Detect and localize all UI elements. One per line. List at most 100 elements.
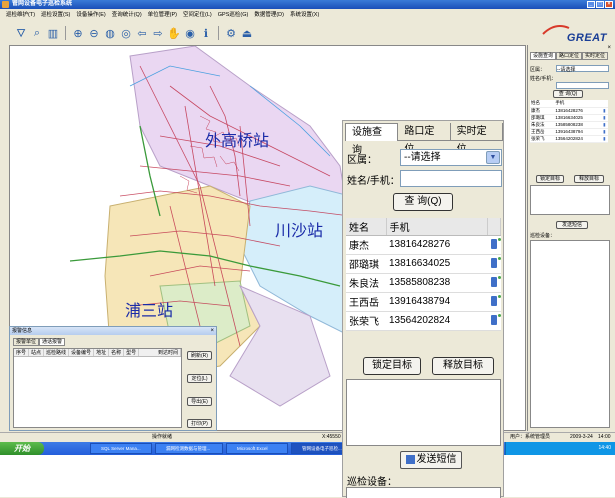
table-row[interactable]: 朱良法 13585808238 ▮ [530, 121, 608, 129]
phone-icon[interactable] [487, 292, 501, 312]
device-listbox[interactable] [530, 240, 610, 428]
cell-phone: 13816428276 [386, 235, 488, 255]
phone-icon[interactable]: ▮ [602, 135, 608, 143]
tab-alarm-unit[interactable]: 报警单位 [13, 338, 40, 346]
info-icon[interactable]: ℹ [199, 26, 213, 40]
settings-icon[interactable]: ⚙ [224, 26, 238, 40]
table-row[interactable]: 张荣飞 13564202824 ▮ [530, 135, 608, 143]
menu-item-settings[interactable]: 巡检设置(S) [41, 10, 70, 20]
menu-item-location[interactable]: 空间定位(L) [183, 10, 212, 20]
taskbar-item-excel[interactable]: Microsoft Excel [226, 443, 288, 454]
alarm-grid[interactable]: 序号 站点 巡检路线 设备编号 地址 名称 型号 到达时间 [13, 348, 182, 428]
menu-item-device[interactable]: 设备操作(E) [76, 10, 105, 20]
phone-icon[interactable]: ▮ [602, 107, 608, 115]
zoom-district-select[interactable]: --请选择 ▼ [400, 149, 502, 166]
full-extent-icon[interactable]: ◎ [119, 26, 133, 40]
cell-name: 邵璐琪 [346, 254, 386, 274]
start-button[interactable]: 开始 [0, 442, 44, 455]
refresh-button[interactable]: 刷新(R) [187, 351, 212, 360]
cell-name: 王西岳 [346, 292, 386, 312]
close-button[interactable]: × [605, 1, 613, 8]
menu-item-inspect[interactable]: 巡检维护(T) [6, 10, 35, 20]
zoom-out-icon[interactable]: ⊖ [87, 26, 101, 40]
zoom-device-listbox[interactable] [346, 487, 501, 498]
zoom-send-sms-button[interactable]: 发送短信 [400, 451, 462, 469]
menu-item-gps[interactable]: GPS巡检(G) [218, 10, 249, 20]
tab-intersection-locate[interactable]: 路口定位 [556, 52, 583, 60]
zoom-tab-intersection-locate[interactable]: 路口定位 [398, 123, 451, 155]
identify-icon[interactable]: ◉ [183, 26, 197, 40]
zoom-col-phone: 手机 [386, 218, 488, 236]
cell-name: 朱良法 [346, 273, 386, 293]
menu-item-data[interactable]: 数据管理(D) [254, 10, 284, 20]
cell-phone: 13916438794 [386, 292, 488, 312]
name-phone-input[interactable] [556, 82, 609, 89]
zoom-tab-realtime-locate[interactable]: 实时定位 [451, 123, 503, 155]
table-row[interactable]: 康杰 13816428276 [346, 235, 501, 255]
maximize-button[interactable]: □ [596, 1, 604, 8]
district-label: 区属： [530, 67, 546, 73]
table-row[interactable]: 邵璐琪 13816634025 [346, 254, 501, 274]
taskbar-item-sql[interactable]: SQL Server Mana... [90, 443, 152, 454]
menu-item-unit[interactable]: 单位管理(P) [148, 10, 177, 20]
phone-icon[interactable]: ▮ [602, 114, 608, 122]
locate-button[interactable]: 定位(L) [187, 374, 212, 383]
globe-icon[interactable]: ◍ [103, 26, 117, 40]
close-panel-icon[interactable]: × [607, 45, 611, 51]
back-icon[interactable]: ⇦ [135, 26, 149, 40]
tab-facility-query[interactable]: 设施查询 [530, 52, 557, 60]
map-label-chuansha: 川沙站 [275, 222, 323, 240]
phone-icon[interactable] [487, 235, 501, 255]
taskbar-item-leak[interactable]: 漏网检测数据与管理... [155, 443, 223, 454]
phone-icon[interactable] [487, 273, 501, 293]
phone-icon[interactable]: ▮ [602, 121, 608, 129]
exit-icon[interactable]: ⏏ [240, 26, 254, 40]
minimize-button[interactable]: _ [587, 1, 595, 8]
table-row[interactable]: 朱良法 13585808238 [346, 273, 501, 293]
zoom-col-name: 姓名 [346, 218, 387, 236]
alarm-close-icon[interactable]: × [210, 327, 214, 335]
tab-realtime-locate[interactable]: 实时定位 [582, 52, 609, 60]
map-label-pusan: 浦三站 [125, 302, 173, 320]
release-target-button[interactable]: 释放目标 [574, 175, 604, 183]
pan-icon[interactable]: ✋ [167, 26, 181, 40]
table-row[interactable]: 张荣飞 13564202824 [346, 311, 501, 331]
district-select[interactable]: --请选择 [556, 65, 609, 73]
zoom-in-icon[interactable]: ⊕ [71, 26, 85, 40]
chart-icon[interactable]: ▥ [46, 26, 60, 40]
col-title: 名称 [109, 349, 125, 356]
flask-icon[interactable]: 🜄 [14, 26, 28, 40]
zoom-release-target-button[interactable]: 释放目标 [432, 357, 494, 375]
table-row[interactable]: 王西岳 13916438794 [346, 292, 501, 312]
target-listbox[interactable] [530, 185, 610, 215]
print-button[interactable]: 打印(P) [187, 419, 212, 428]
phone-icon[interactable]: ▮ [602, 128, 608, 136]
send-sms-button[interactable]: 发送短信 [556, 221, 588, 229]
forward-icon[interactable]: ⇨ [151, 26, 165, 40]
zoomed-query-panel: 设施查询 路口定位 实时定位 区属： --请选择 ▼ 姓名/手机： 查 询(Q)… [342, 120, 504, 498]
menu-item-system[interactable]: 系统设置(X) [290, 10, 319, 20]
lock-target-button[interactable]: 锁定目标 [536, 175, 564, 183]
chevron-down-icon[interactable]: ▼ [486, 151, 500, 164]
zoom-find-icon[interactable]: ⌕ [30, 26, 44, 40]
send-sms-label: 发送短信 [561, 222, 582, 228]
zoom-tab-facility-query[interactable]: 设施查询 [345, 123, 399, 156]
table-row[interactable]: 康杰 13816428276 ▮ [530, 107, 608, 115]
status-coord: X:45550 [322, 434, 341, 440]
table-row[interactable]: 王西岳 13916438794 ▮ [530, 128, 608, 136]
status-user: 用户：系统管理员 [510, 434, 551, 440]
device-label: 巡检设备： [530, 233, 556, 239]
zoom-lock-target-button[interactable]: 锁定目标 [363, 357, 421, 375]
table-row[interactable]: 邵璐琪 13816634025 ▮ [530, 114, 608, 122]
phone-icon[interactable] [487, 311, 501, 331]
query-button[interactable]: 查 询(Q) [553, 90, 583, 98]
phone-icon[interactable] [487, 254, 501, 274]
menu-item-query[interactable]: 查询统计(Q) [112, 10, 142, 20]
windows-taskbar: 开始 SQL Server Mana... 漏网检测数据与管理... Micro… [0, 442, 615, 455]
zoom-target-listbox[interactable] [346, 379, 501, 446]
cell-phone: 13585808238 [386, 273, 488, 293]
zoom-query-button[interactable]: 查 询(Q) [393, 193, 453, 211]
zoom-name-phone-input[interactable] [400, 170, 502, 187]
tab-call-alarm[interactable]: 通话报警 [39, 338, 66, 346]
export-button[interactable]: 导出(E) [187, 397, 212, 406]
